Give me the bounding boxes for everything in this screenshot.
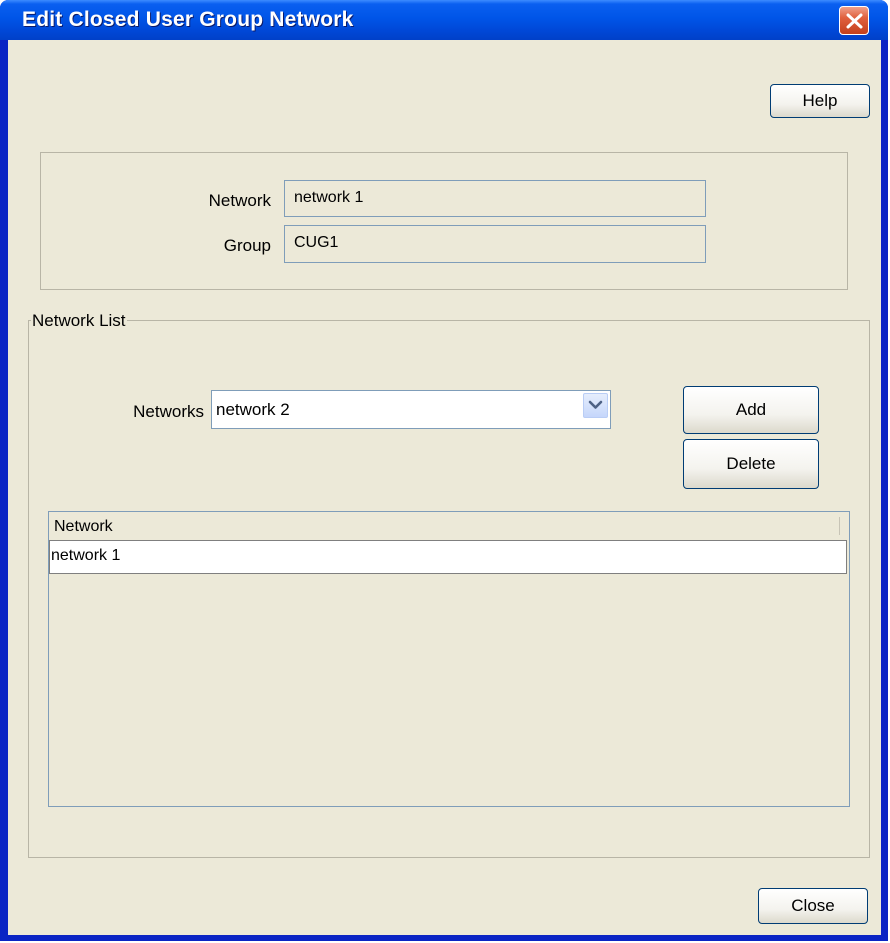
delete-button-label: Delete bbox=[726, 454, 776, 473]
table-cell-network: network 1 bbox=[51, 547, 121, 564]
dropdown-toggle[interactable] bbox=[583, 393, 608, 418]
close-icon bbox=[846, 13, 863, 29]
help-button[interactable]: Help bbox=[770, 84, 870, 118]
networks-dropdown[interactable]: network 2 bbox=[211, 390, 611, 429]
close-button-label: Close bbox=[791, 896, 835, 915]
close-window-button[interactable] bbox=[839, 6, 869, 35]
window-title: Edit Closed User Group Network bbox=[22, 8, 354, 31]
details-panel: Network network 1 Group CUG1 bbox=[40, 152, 848, 290]
dialog-window: Edit Closed User Group Network Help Netw… bbox=[0, 0, 888, 941]
group-field: CUG1 bbox=[284, 225, 706, 263]
networks-selected-value: network 2 bbox=[216, 400, 290, 419]
close-button[interactable]: Close bbox=[758, 888, 868, 924]
table-row[interactable]: network 1 bbox=[49, 540, 847, 574]
group-label: Group bbox=[223, 236, 271, 255]
column-header-network[interactable]: Network bbox=[54, 518, 113, 536]
network-list-legend: Network List bbox=[31, 311, 127, 331]
column-header-divider[interactable] bbox=[839, 517, 840, 535]
chevron-down-icon bbox=[588, 400, 603, 409]
network-label: Network bbox=[208, 191, 271, 210]
add-button-label: Add bbox=[735, 400, 767, 419]
delete-button[interactable]: Delete bbox=[683, 439, 819, 489]
network-field: network 1 bbox=[284, 180, 706, 217]
network-table: Network network 1 bbox=[48, 511, 850, 807]
help-button-label: Help bbox=[802, 91, 838, 110]
title-bar[interactable]: Edit Closed User Group Network bbox=[0, 0, 888, 40]
add-button[interactable]: Add bbox=[683, 386, 819, 434]
networks-label: Networks bbox=[133, 402, 204, 421]
table-header: Network bbox=[49, 512, 845, 541]
dialog-body: Help Network network 1 Group CUG1 Networ… bbox=[8, 40, 881, 935]
